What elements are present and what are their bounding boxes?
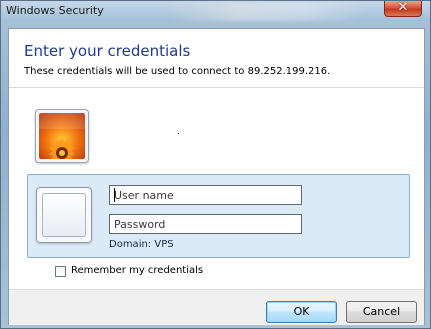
flower-user-picture-icon[interactable] — [35, 109, 89, 163]
dialog-heading: Enter your credentials — [24, 42, 191, 60]
window-title: Windows Security — [6, 4, 104, 17]
divider — [9, 87, 424, 88]
text-caret — [114, 188, 115, 202]
remember-credentials-label[interactable]: Remember my credentials — [71, 265, 203, 276]
password-input[interactable] — [109, 214, 302, 234]
title-bar[interactable]: Windows Security ✕ — [1, 0, 430, 21]
dialog-body: Enter your credentials These credentials… — [8, 28, 425, 325]
domain-label: Domain: VPS — [109, 239, 174, 250]
credential-panel: Domain: VPS — [27, 174, 410, 258]
cancel-button[interactable]: Cancel — [346, 301, 417, 323]
dialog-subheading: These credentials will be used to connec… — [24, 66, 331, 77]
remember-credentials-checkbox[interactable] — [55, 266, 66, 277]
close-button[interactable]: ✕ — [384, 0, 422, 17]
close-icon: ✕ — [397, 0, 409, 15]
background-watermark — [166, 3, 366, 21]
blank-user-tile-inner — [42, 193, 86, 237]
stray-dot — [178, 133, 179, 134]
blank-user-tile-icon — [36, 187, 92, 243]
ok-button[interactable]: OK — [266, 301, 337, 323]
username-input[interactable] — [109, 185, 302, 205]
windows-security-dialog: Windows Security ✕ Enter your credential… — [0, 0, 431, 329]
